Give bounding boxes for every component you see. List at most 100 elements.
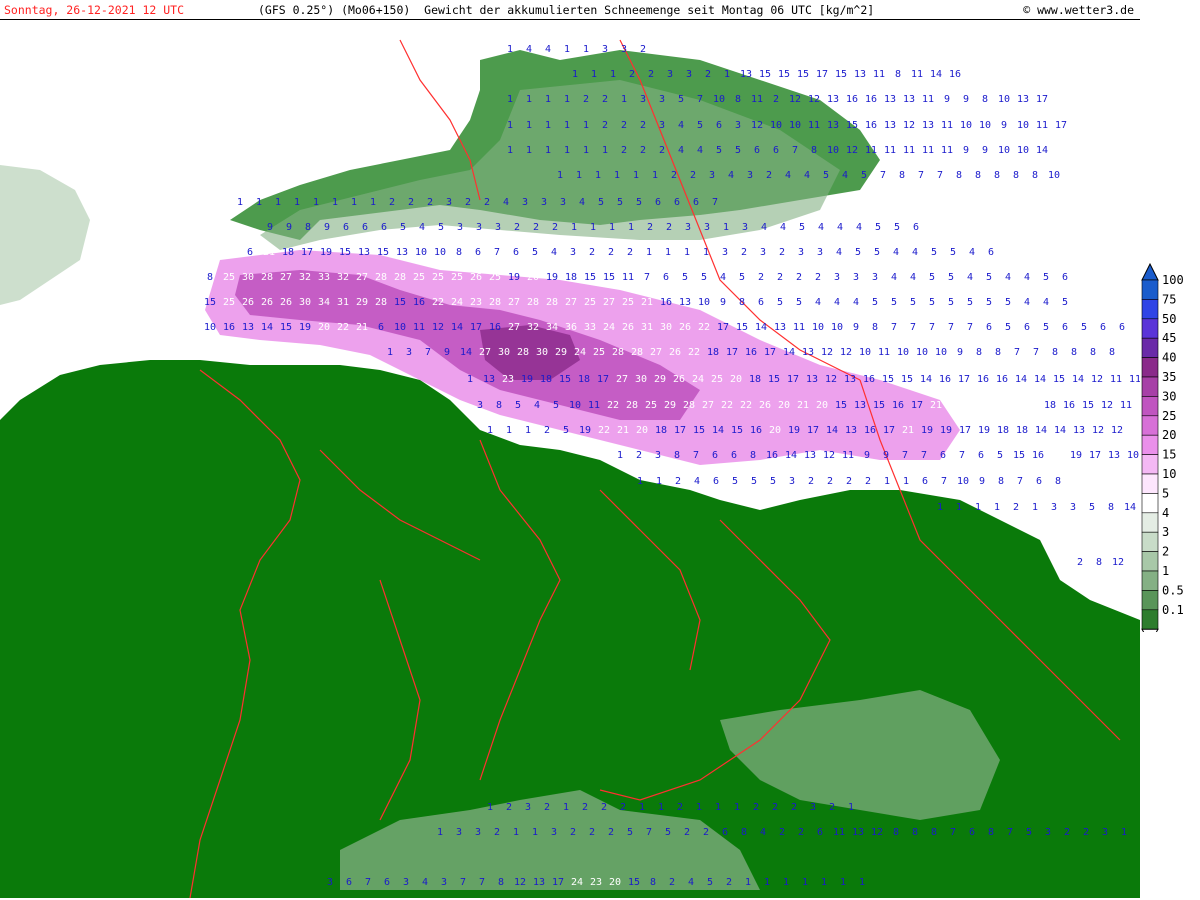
grid-value: 1: [591, 69, 597, 80]
grid-value: 3: [747, 170, 753, 181]
grid-value: 4: [815, 297, 821, 308]
grid-value: 2: [602, 94, 608, 105]
grid-value: 8: [899, 170, 905, 181]
grid-value: 2: [684, 827, 690, 838]
grid-value: 11: [1129, 374, 1140, 385]
grid-value: 5: [515, 400, 521, 411]
grid-value: 6: [969, 827, 975, 838]
grid-value: 13: [903, 94, 915, 105]
grid-value: 10: [415, 247, 427, 258]
grid-value: 2: [741, 247, 747, 258]
grid-value: 3: [659, 120, 665, 131]
grid-value: 16: [996, 374, 1008, 385]
grid-value: 8: [735, 94, 741, 105]
grid-value: 1: [628, 222, 634, 233]
grid-value: 7: [792, 145, 798, 156]
grid-value: 15: [882, 374, 894, 385]
grid-value: 19: [1070, 450, 1082, 461]
grid-value: 8: [1055, 476, 1061, 487]
grid-value: 10: [713, 94, 725, 105]
legend-label: 2: [1162, 545, 1169, 559]
grid-value: 1: [507, 94, 513, 105]
grid-value: 12: [751, 120, 763, 131]
legend-label: 30: [1162, 389, 1176, 403]
grid-value: 28: [612, 347, 624, 358]
grid-value: 1: [637, 476, 643, 487]
grid-value: 6: [978, 450, 984, 461]
grid-value: 1: [734, 802, 740, 813]
grid-value: 1: [256, 197, 262, 208]
grid-value: 8: [1052, 347, 1058, 358]
grid-value: 15: [559, 374, 571, 385]
grid-value: 2: [1083, 827, 1089, 838]
grid-value: 20: [1025, 400, 1037, 411]
grid-value: 17: [717, 322, 729, 333]
grid-value: 23: [502, 374, 514, 385]
grid-value: 1: [975, 502, 981, 513]
grid-value: 1: [506, 425, 512, 436]
grid-value: 6: [247, 247, 253, 258]
grid-value: 6: [713, 476, 719, 487]
grid-value: 3: [570, 247, 576, 258]
credit-label: © www.wetter3.de: [1023, 0, 1134, 20]
grid-value: 26: [622, 322, 634, 333]
grid-value: 3: [522, 197, 528, 208]
grid-value: 28: [683, 400, 695, 411]
grid-value: 7: [1014, 347, 1020, 358]
grid-value: 18: [540, 374, 552, 385]
grid-value: 12: [903, 120, 915, 131]
grid-value: 20: [527, 272, 539, 283]
grid-value: 22: [598, 425, 610, 436]
grid-value: 1: [576, 170, 582, 181]
grid-value: 1: [370, 197, 376, 208]
grid-value: 1: [526, 94, 532, 105]
grid-value: 4: [503, 197, 509, 208]
grid-value: 15: [759, 69, 771, 80]
grid-value: 10: [859, 347, 871, 358]
grid-value: 1: [513, 827, 519, 838]
grid-value: 11: [878, 347, 890, 358]
grid-value: 2: [552, 222, 558, 233]
grid-value: 14: [1034, 374, 1046, 385]
grid-value: 8: [456, 247, 462, 258]
grid-value: 29: [356, 297, 368, 308]
grid-value: 1: [595, 170, 601, 181]
grid-value: 8: [750, 450, 756, 461]
grid-value: 15: [693, 425, 705, 436]
grid-value: 1: [848, 802, 854, 813]
grid-value: 13: [802, 347, 814, 358]
grid-value: 12: [823, 450, 835, 461]
grid-value: 17: [1089, 450, 1101, 461]
legend-label: 75: [1162, 292, 1176, 306]
grid-value: 9: [853, 322, 859, 333]
grid-value: 13: [884, 120, 896, 131]
grid-value: 8: [741, 827, 747, 838]
grid-value: 7: [460, 877, 466, 888]
grid-value: 7: [937, 170, 943, 181]
grid-value: 16: [846, 94, 858, 105]
grid-value: 22: [432, 297, 444, 308]
grid-value: 1: [526, 145, 532, 156]
grid-value: 5: [986, 297, 992, 308]
grid-value: 4: [1005, 272, 1011, 283]
legend-swatch: [1141, 590, 1159, 611]
grid-value: 9: [982, 145, 988, 156]
grid-value: 13: [884, 94, 896, 105]
grid-value: 9: [864, 450, 870, 461]
grid-value: 2: [753, 802, 759, 813]
grid-value: 8: [893, 827, 899, 838]
grid-value: 15: [901, 374, 913, 385]
grid-value: 29: [664, 400, 676, 411]
grid-value: 9: [267, 222, 273, 233]
grid-value: 17: [1036, 94, 1048, 105]
grid-value: 8: [650, 877, 656, 888]
grid-value: 16: [864, 425, 876, 436]
grid-value: 29: [654, 374, 666, 385]
grid-value: 3: [789, 476, 795, 487]
grid-value: 5: [438, 222, 444, 233]
grid-value: 1: [545, 145, 551, 156]
grid-value: 22: [688, 347, 700, 358]
grid-value: 2: [791, 802, 797, 813]
grid-value: 5: [716, 145, 722, 156]
grid-value: 26: [280, 297, 292, 308]
